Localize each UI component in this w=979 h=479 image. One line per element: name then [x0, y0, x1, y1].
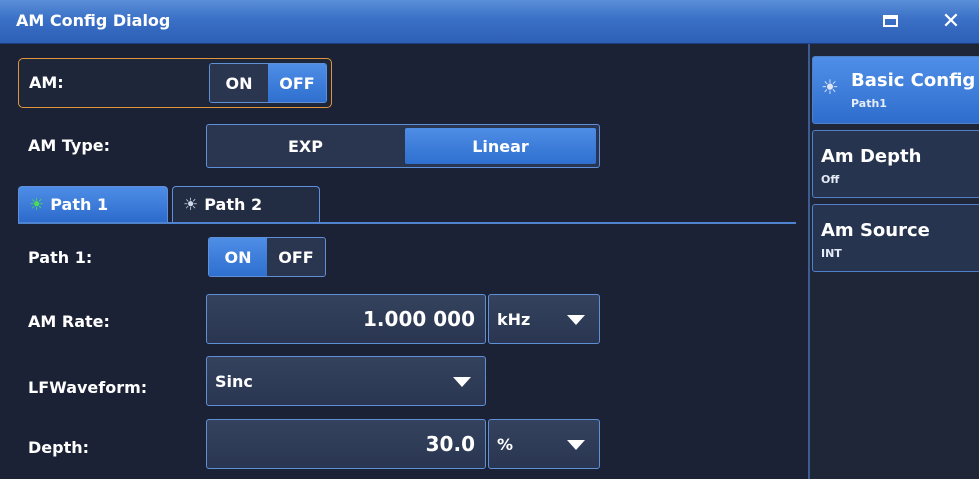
- am-toggle[interactable]: ON OFF: [209, 63, 327, 103]
- lf-waveform-value: Sinc: [215, 371, 253, 391]
- tab-label: Path 2: [204, 195, 263, 214]
- lf-waveform-select[interactable]: Sinc: [206, 356, 486, 406]
- path1-on-option[interactable]: ON: [209, 238, 267, 276]
- am-config-dialog: AM Config Dialog ✕ AM: ON OFF AM Type: E…: [0, 0, 979, 479]
- chevron-down-icon: [567, 440, 585, 450]
- tab-label: Path 1: [50, 195, 109, 214]
- chevron-down-icon: [453, 377, 471, 387]
- side-item-subtitle: INT: [821, 247, 842, 260]
- main-panel: AM: ON OFF AM Type: EXP Linear ☀ Path 1 …: [0, 44, 808, 479]
- side-item-subtitle: Path1: [851, 97, 887, 110]
- sun-icon: ☀: [183, 194, 199, 215]
- side-item-title: Am Source: [821, 220, 930, 241]
- depth-input[interactable]: 30.0: [206, 419, 486, 469]
- side-item-subtitle: Off: [821, 173, 840, 186]
- am-type-linear-option[interactable]: Linear: [405, 128, 596, 164]
- depth-unit: %: [497, 434, 514, 454]
- lf-waveform-label: LFWaveform:: [28, 378, 148, 397]
- am-rate-unit: kHz: [497, 309, 531, 329]
- side-menu: ☀ Basic Config Path1 Am Depth Off Am Sou…: [808, 44, 979, 479]
- path1-off-option[interactable]: OFF: [267, 238, 325, 276]
- sun-icon: ☀: [29, 194, 45, 215]
- am-on-option[interactable]: ON: [210, 64, 268, 102]
- am-rate-value: 1.000 000: [363, 307, 475, 331]
- path1-label: Path 1:: [28, 248, 93, 267]
- am-type-exp-option[interactable]: EXP: [210, 128, 401, 164]
- dialog-title: AM Config Dialog: [16, 11, 171, 30]
- title-bar: AM Config Dialog ✕: [0, 0, 979, 44]
- maximize-button[interactable]: [878, 8, 906, 36]
- am-rate-label: AM Rate:: [28, 312, 110, 331]
- am-rate-unit-select[interactable]: kHz: [488, 294, 600, 344]
- depth-label: Depth:: [28, 438, 90, 457]
- tab-path-1[interactable]: ☀ Path 1: [18, 186, 168, 222]
- side-item-am-source[interactable]: Am Source INT: [812, 204, 979, 272]
- side-item-title: Am Depth: [821, 146, 922, 167]
- am-off-option[interactable]: OFF: [268, 64, 326, 102]
- am-row-frame: AM: ON OFF: [18, 58, 332, 108]
- side-item-title: Basic Config: [851, 70, 976, 91]
- am-rate-input[interactable]: 1.000 000: [206, 294, 486, 344]
- tab-path-2[interactable]: ☀ Path 2: [172, 186, 320, 222]
- close-icon: ✕: [941, 9, 961, 34]
- close-button[interactable]: ✕: [937, 8, 965, 36]
- am-type-selector[interactable]: EXP Linear: [206, 124, 600, 168]
- am-label: AM:: [29, 73, 64, 92]
- path1-toggle[interactable]: ON OFF: [208, 237, 326, 277]
- tab-divider: [18, 222, 796, 224]
- side-item-basic-config[interactable]: ☀ Basic Config Path1: [812, 56, 979, 124]
- depth-value: 30.0: [425, 432, 475, 456]
- depth-unit-select[interactable]: %: [488, 419, 600, 469]
- chevron-down-icon: [567, 315, 585, 325]
- maximize-icon: [883, 15, 898, 27]
- sun-icon: ☀: [821, 75, 839, 99]
- am-type-label: AM Type:: [28, 136, 111, 155]
- side-item-am-depth[interactable]: Am Depth Off: [812, 130, 979, 198]
